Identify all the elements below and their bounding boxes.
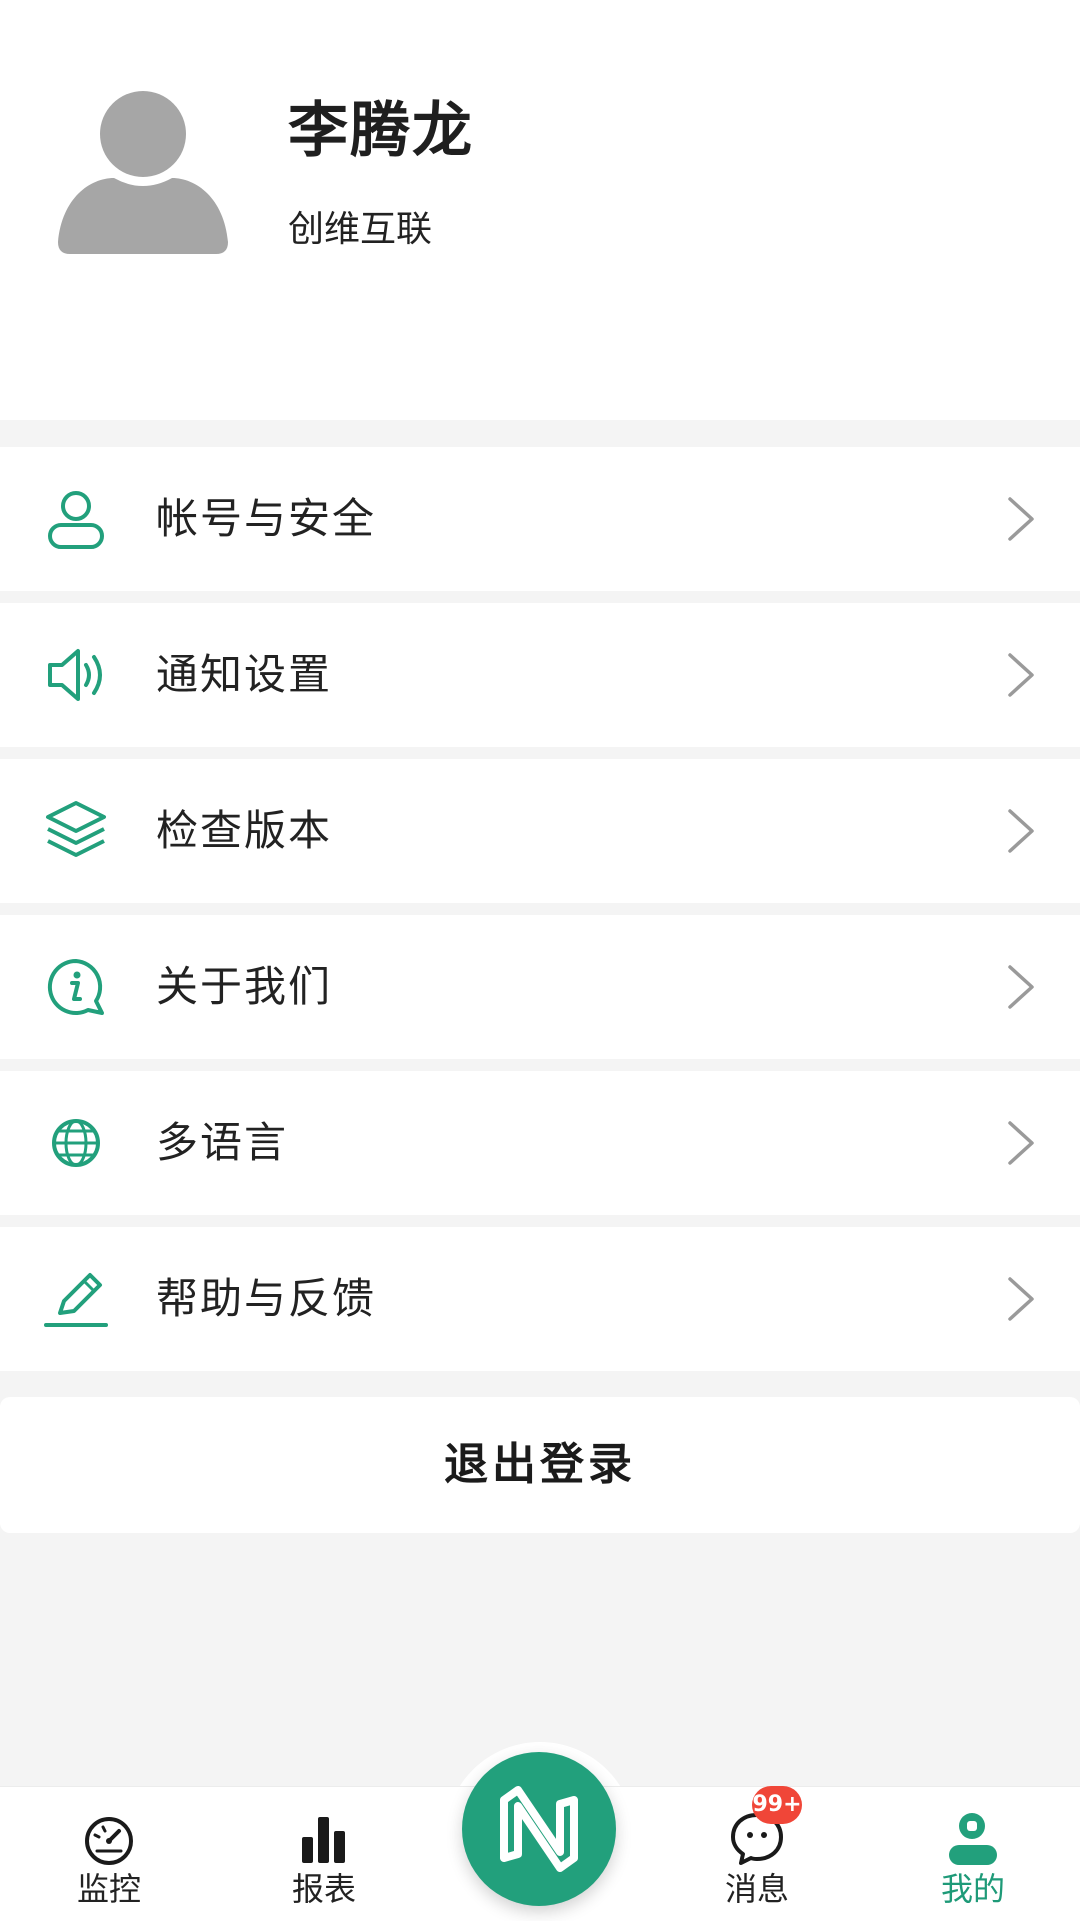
menu-label-about-us: 关于我们 <box>156 962 333 1011</box>
menu-item-notification-settings[interactable]: 通知设置 <box>0 603 1080 747</box>
chevron-right-icon <box>1008 1277 1034 1321</box>
avatar[interactable] <box>56 90 230 254</box>
pencil-icon <box>44 1273 108 1327</box>
app-logo-icon <box>500 1786 578 1872</box>
menu-label-help-feedback: 帮助与反馈 <box>156 1274 377 1323</box>
menu-item-account-security[interactable]: 帐号与安全 <box>0 447 1080 591</box>
tab-label-reports: 报表 <box>291 1870 356 1908</box>
user-icon <box>48 491 104 549</box>
tab-mine[interactable]: 我的 <box>903 1787 1043 1921</box>
user-company: 创维互联 <box>288 209 433 250</box>
person-icon <box>949 1813 997 1865</box>
menu-label-notification-settings: 通知设置 <box>156 650 333 699</box>
tab-label-messages: 消息 <box>724 1870 789 1908</box>
tab-reports[interactable]: 报表 <box>254 1787 394 1921</box>
menu-label-account-security: 帐号与安全 <box>156 494 377 543</box>
gauge-icon <box>85 1817 133 1865</box>
tab-label-mine: 我的 <box>940 1870 1005 1908</box>
menu-item-language[interactable]: 多语言 <box>0 1071 1080 1215</box>
chevron-right-icon <box>1008 965 1034 1009</box>
tab-monitor[interactable]: 监控 <box>39 1787 179 1921</box>
chevron-right-icon <box>1008 497 1034 541</box>
logout-button[interactable]: 退出登录 <box>0 1397 1080 1533</box>
chevron-right-icon <box>1008 1121 1034 1165</box>
globe-icon <box>52 1119 100 1167</box>
message-count-badge: 99+ <box>752 1786 802 1824</box>
chevron-right-icon <box>1008 809 1034 853</box>
speaker-icon <box>48 649 102 701</box>
menu-item-check-version[interactable]: 检查版本 <box>0 759 1080 903</box>
menu-item-help-feedback[interactable]: 帮助与反馈 <box>0 1227 1080 1371</box>
menu-item-about-us[interactable]: 关于我们 <box>0 915 1080 1059</box>
tab-label-monitor: 监控 <box>76 1870 141 1908</box>
profile-header[interactable]: 李腾龙 创维互联 <box>0 0 1080 420</box>
menu-label-check-version: 检查版本 <box>156 806 333 855</box>
bar-chart-icon <box>302 1817 345 1863</box>
chevron-right-icon <box>1008 653 1034 697</box>
center-home-button[interactable] <box>462 1752 616 1906</box>
info-icon <box>47 958 104 1015</box>
menu-label-language: 多语言 <box>156 1118 289 1167</box>
layers-icon <box>46 801 106 857</box>
user-name: 李腾龙 <box>288 96 474 166</box>
